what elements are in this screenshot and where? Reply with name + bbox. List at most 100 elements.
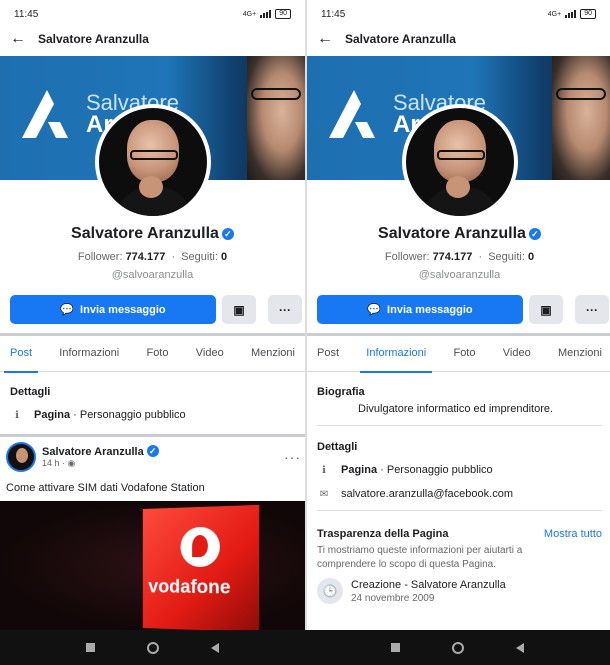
messenger-icon: 💬 — [60, 304, 75, 316]
verified-badge-icon: ✓ — [221, 228, 234, 240]
divider — [0, 333, 305, 336]
home-icon[interactable] — [147, 641, 159, 654]
android-nav-bar — [0, 630, 610, 665]
details-section: Dettagli ℹ Pagina · Personaggio pubblico — [10, 386, 186, 421]
back-icon[interactable] — [211, 642, 219, 653]
recents-icon[interactable] — [86, 643, 95, 652]
messenger-icon: 💬 — [367, 304, 382, 316]
tab-post[interactable]: Post — [3, 340, 39, 373]
send-message-button[interactable]: 💬 Invia messaggio — [10, 295, 216, 324]
verified-badge-icon: ✓ — [528, 228, 541, 240]
top-bar: ← Salvatore Aranzulla — [307, 28, 610, 50]
more-options-button[interactable]: ··· — [268, 295, 302, 324]
following-count[interactable]: 0 — [221, 251, 227, 263]
back-arrow-icon[interactable]: ← — [317, 30, 333, 48]
bio-text: Divulgatore informatico ed imprenditore. — [358, 403, 554, 415]
email-row[interactable]: ✉ salvatore.aranzulla@facebook.com — [317, 488, 602, 500]
vodafone-brand-text: vodafone — [148, 576, 231, 599]
logo-a-icon — [22, 90, 68, 138]
profile-stats: Follower: 774.177 · Seguiti: 0 — [77, 251, 228, 263]
transparency-text: Ti mostriamo queste informazioni per aiu… — [317, 545, 523, 570]
clock-icon: 🕒 — [317, 578, 343, 604]
tab-post[interactable]: Post — [317, 340, 339, 372]
action-buttons: 💬 Invia messaggio ▣ ··· — [317, 295, 609, 324]
bio-title: Biografia — [317, 386, 365, 398]
tab-foto[interactable]: Foto — [453, 340, 475, 372]
tab-video[interactable]: Video — [196, 340, 224, 372]
status-time: 11:45 — [321, 8, 346, 20]
post-options-icon[interactable]: ··· — [284, 449, 301, 465]
divider — [307, 333, 610, 336]
profile-avatar[interactable] — [402, 104, 518, 220]
screenshot-pair: 11:45 4G+ 90 ← Salvatore Aranzulla Salva… — [0, 0, 610, 665]
nav-left — [0, 630, 305, 665]
battery-icon: 90 — [580, 9, 596, 19]
send-message-button[interactable]: 💬 Invia messaggio — [317, 295, 523, 324]
post-meta: 14 h · ◉ — [42, 458, 76, 468]
bio-section: Biografia Divulgatore informatico ed imp… — [317, 386, 602, 426]
creation-label: Creazione - Salvatore Aranzulla — [351, 578, 506, 591]
status-bar: 11:45 4G+ 90 — [307, 0, 610, 28]
tab-foto[interactable]: Foto — [146, 340, 168, 372]
more-options-button[interactable]: ··· — [575, 295, 609, 324]
back-icon[interactable] — [516, 642, 524, 653]
action-buttons: 💬 Invia messaggio ▣ ··· — [10, 295, 302, 324]
shop-icon: ▣ — [540, 302, 552, 317]
logo-a-icon — [329, 90, 375, 138]
tab-video[interactable]: Video — [503, 340, 531, 372]
signal-icon — [565, 10, 577, 18]
phone-info-tab: 11:45 4G+ 90 ← Salvatore Aranzulla Salva… — [305, 0, 610, 630]
tab-menzioni[interactable]: Menzioni — [251, 340, 295, 372]
profile-tabs: Post Informazioni Foto Video Menzioni — [307, 340, 610, 373]
profile-tabs: Post Informazioni Foto Video Menzioni — [0, 340, 305, 373]
tab-informazioni[interactable]: Informazioni — [59, 340, 119, 372]
status-icons: 4G+ 90 — [243, 9, 291, 19]
page-title: Salvatore Aranzulla — [345, 32, 456, 46]
phone-post-tab: 11:45 4G+ 90 ← Salvatore Aranzulla Salva… — [0, 0, 305, 630]
post-image[interactable]: vodafone — [0, 501, 305, 630]
details-title: Dettagli — [10, 386, 51, 398]
profile-avatar[interactable] — [95, 104, 211, 220]
transparency-section: Trasparenza della Pagina Mostra tutto Ti… — [317, 528, 602, 604]
globe-icon: ◉ — [67, 458, 76, 468]
mail-icon: ✉ — [319, 488, 329, 500]
store-button[interactable]: ▣ — [222, 295, 256, 324]
vodafone-logo-box: vodafone — [142, 504, 260, 630]
followers-count[interactable]: 774.177 — [433, 251, 473, 263]
post-header: Salvatore Aranzulla ✓ 14 h · ◉ ··· — [6, 442, 301, 472]
info-icon: ℹ — [322, 464, 326, 476]
profile-name: Salvatore Aranzulla ✓ — [0, 225, 305, 243]
tab-menzioni[interactable]: Menzioni — [558, 340, 602, 372]
show-all-link[interactable]: Mostra tutto — [544, 528, 602, 540]
back-arrow-icon[interactable]: ← — [10, 30, 26, 48]
shop-icon: ▣ — [233, 302, 245, 317]
home-icon[interactable] — [452, 641, 464, 654]
status-bar: 11:45 4G+ 90 — [0, 0, 305, 28]
top-bar: ← Salvatore Aranzulla — [0, 28, 305, 50]
details-title: Dettagli — [317, 441, 358, 453]
profile-handle: @salvoaranzulla — [418, 269, 501, 281]
store-button[interactable]: ▣ — [529, 295, 563, 324]
verified-badge-icon: ✓ — [146, 445, 159, 457]
followers-count[interactable]: 774.177 — [126, 251, 166, 263]
page-title: Salvatore Aranzulla — [38, 32, 149, 46]
network-label: 4G+ — [242, 10, 257, 18]
status-icons: 4G+ 90 — [548, 9, 596, 19]
post-avatar[interactable] — [6, 442, 36, 472]
post-author[interactable]: Salvatore Aranzulla ✓ — [42, 445, 159, 458]
profile-stats: Follower: 774.177 · Seguiti: 0 — [384, 251, 535, 263]
tab-informazioni[interactable]: Informazioni — [360, 340, 433, 373]
recents-icon[interactable] — [391, 643, 400, 652]
creation-date: 24 novembre 2009 — [351, 592, 435, 604]
following-count[interactable]: 0 — [528, 251, 534, 263]
details-row: ℹ Pagina · Personaggio pubblico — [10, 409, 186, 421]
cover-face-image — [552, 56, 610, 180]
transparency-header: Trasparenza della Pagina Mostra tutto — [317, 528, 602, 540]
cover-face-image — [247, 56, 305, 180]
battery-icon: 90 — [275, 9, 291, 19]
profile-handle: @salvoaranzulla — [111, 269, 194, 281]
post-text: Come attivare SIM dati Vodafone Station — [6, 482, 205, 494]
email-link[interactable]: salvatore.aranzulla@facebook.com — [341, 488, 513, 500]
nav-right — [305, 630, 610, 665]
network-label: 4G+ — [547, 10, 562, 18]
